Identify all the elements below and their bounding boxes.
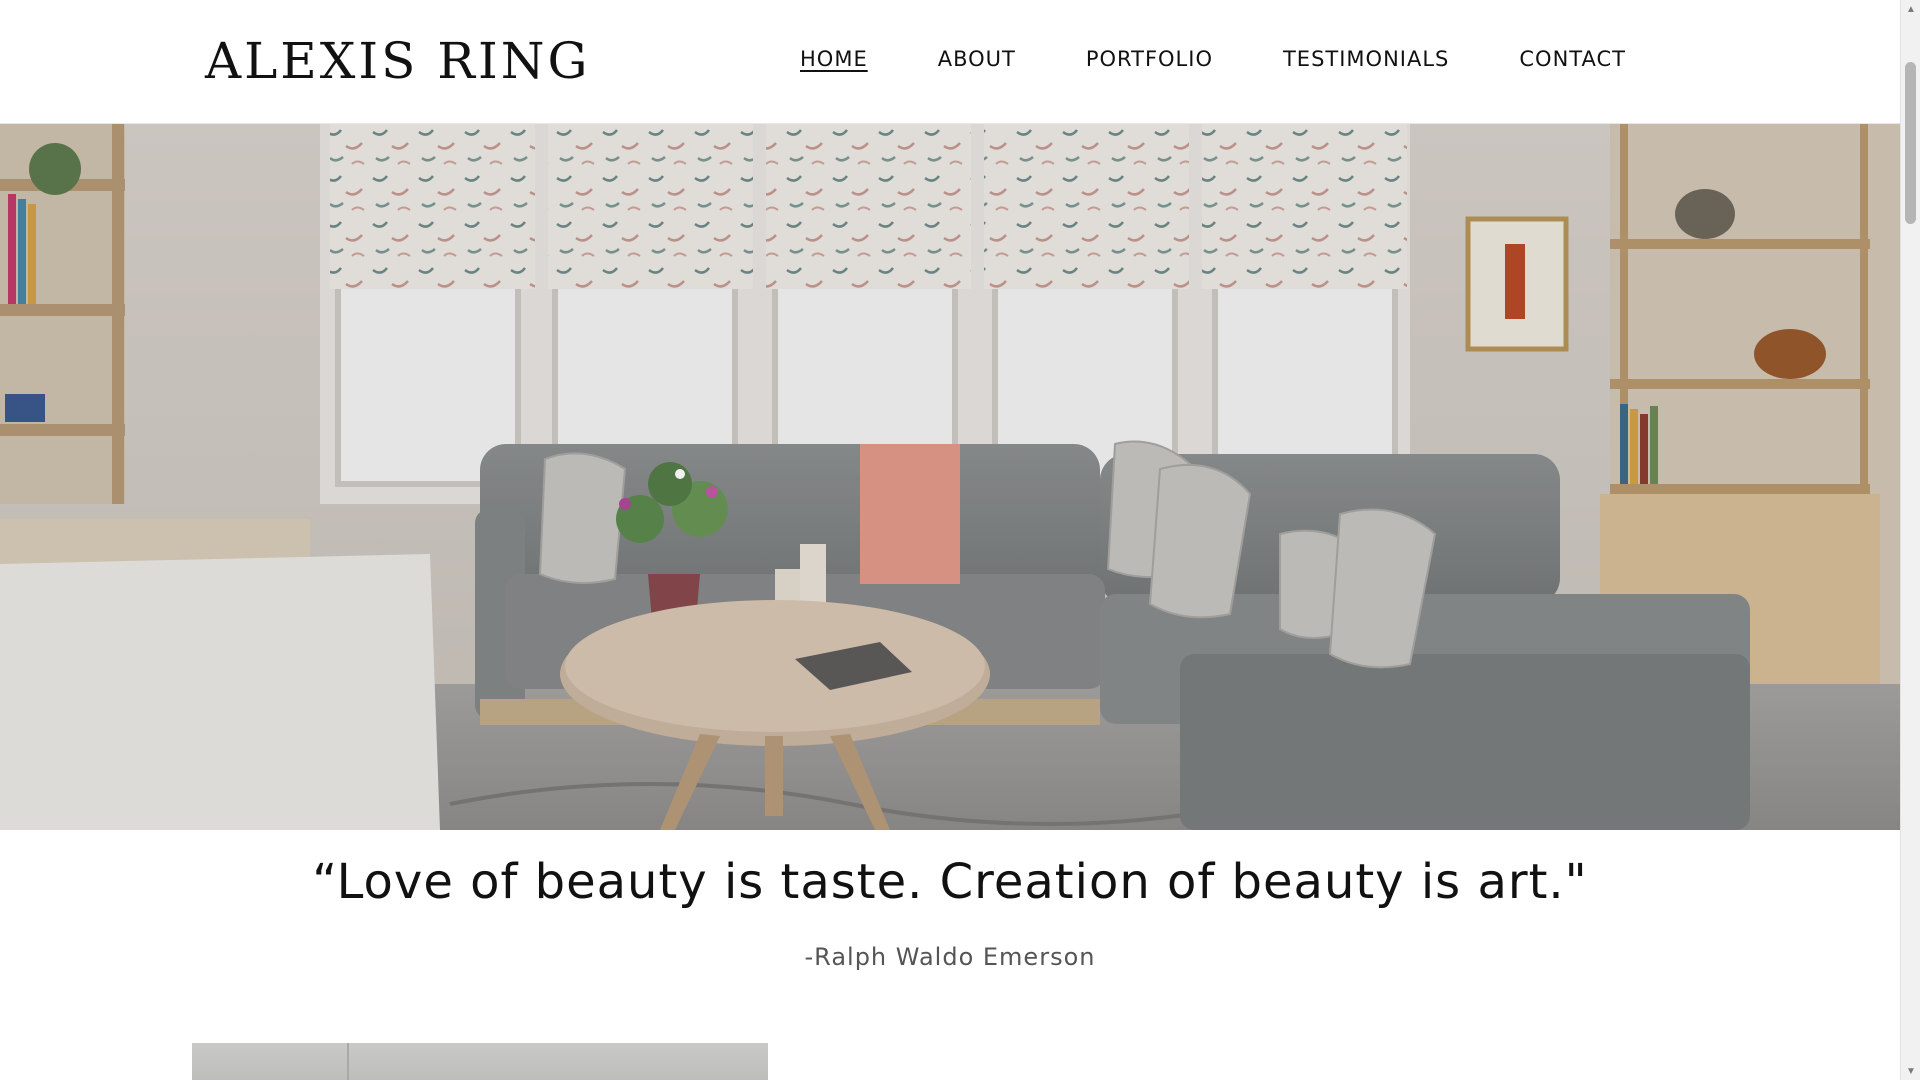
site-header: ALEXIS RING HOME ABOUT PORTFOLIO TESTIMO… bbox=[0, 0, 1900, 124]
nav-contact[interactable]: CONTACT bbox=[1519, 44, 1626, 74]
quote-author: -Ralph Waldo Emerson bbox=[804, 943, 1096, 971]
nav-testimonials[interactable]: TESTIMONIALS bbox=[1283, 44, 1449, 74]
nav-home[interactable]: HOME bbox=[800, 44, 868, 74]
scroll-down-arrow-icon[interactable]: ▼ bbox=[1901, 1062, 1920, 1080]
site-logo[interactable]: ALEXIS RING bbox=[205, 30, 590, 92]
scroll-up-arrow-icon[interactable]: ▲ bbox=[1901, 0, 1920, 18]
scrollbar-thumb[interactable] bbox=[1905, 62, 1916, 224]
page-scrollbar[interactable]: ▲ ▼ bbox=[1900, 0, 1920, 1080]
nav-portfolio[interactable]: PORTFOLIO bbox=[1086, 44, 1213, 74]
featured-project-image[interactable] bbox=[192, 1043, 768, 1080]
nav-about[interactable]: ABOUT bbox=[938, 44, 1016, 74]
hero-quote: “Love of beauty is taste. Creation of be… bbox=[312, 854, 1588, 910]
main-nav: HOME ABOUT PORTFOLIO TESTIMONIALS CONTAC… bbox=[800, 44, 1626, 74]
hero-image bbox=[0, 124, 1900, 830]
living-room-illustration bbox=[0, 124, 1900, 830]
